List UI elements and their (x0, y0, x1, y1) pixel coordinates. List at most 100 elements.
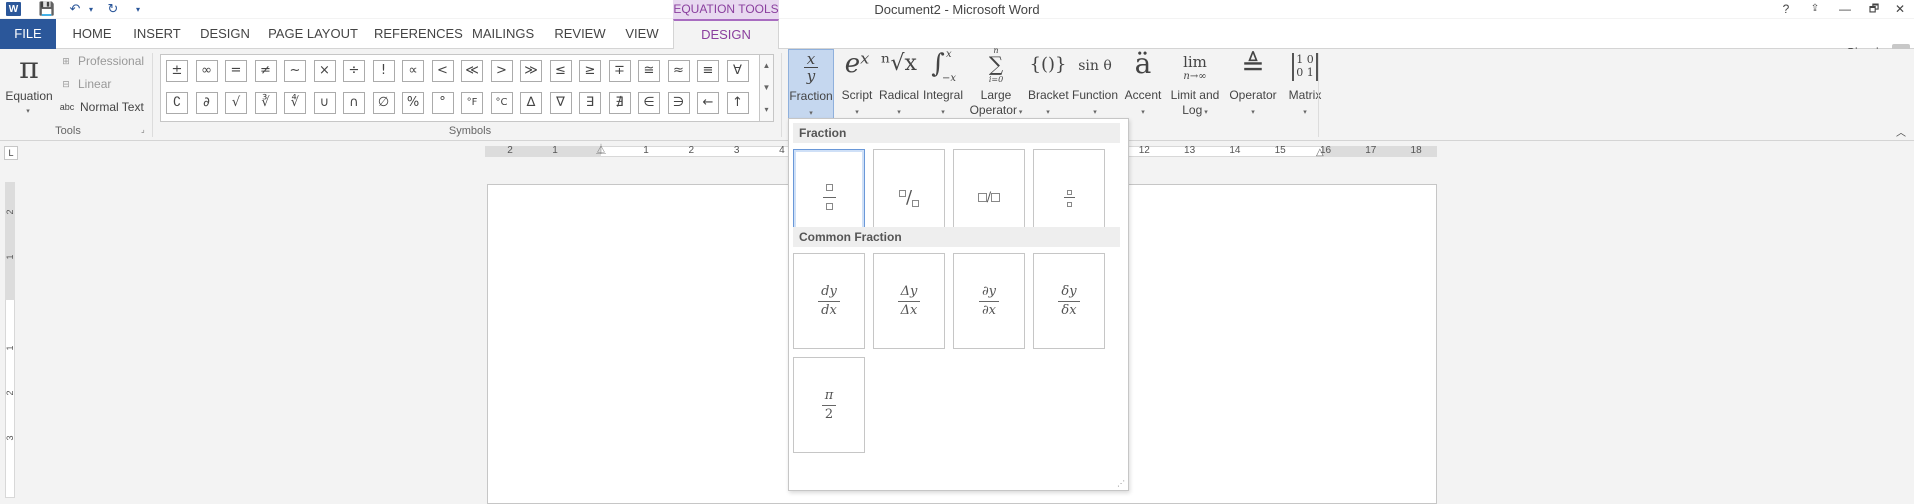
vertical-ruler-number: 1 (5, 254, 15, 260)
symbol-button[interactable]: ≪ (461, 60, 483, 82)
common-fraction-pi-over-2[interactable]: π2 (793, 357, 865, 453)
symbol-button[interactable]: ∝ (402, 60, 424, 82)
symbol-button[interactable]: ∋ (667, 92, 690, 114)
restore-button[interactable]: 🗗 (1862, 0, 1886, 18)
symbol-button[interactable]: = (225, 60, 247, 82)
symbol-button[interactable]: ∜ (284, 92, 306, 114)
professional-button[interactable]: ⊞ Professional (58, 51, 144, 71)
symbol-button[interactable]: ± (166, 60, 188, 82)
symbol-button[interactable]: ≅ (638, 60, 660, 82)
equation-dropdown-icon[interactable]: ▾ (22, 105, 34, 119)
integral-button[interactable]: ∫ x −x Integral ▾ (922, 49, 964, 123)
operator-button[interactable]: ≜ Operator ▾ (1226, 49, 1280, 123)
function-label: Function (1071, 88, 1119, 102)
tab-design[interactable]: DESIGN (198, 19, 252, 49)
matrix-button[interactable]: 1 0 0 1 Matrix ▾ (1282, 49, 1328, 123)
minimize-button[interactable]: — (1833, 0, 1857, 18)
ruler-number: 1 (643, 145, 649, 156)
equation-button-label[interactable]: Equation (2, 89, 56, 103)
tab-selector-button[interactable]: L (4, 146, 18, 160)
linear-fraction-glyph: / (977, 190, 1001, 205)
tab-equation-design[interactable]: DESIGN (673, 19, 779, 50)
common-fraction-partial-y-partial-x[interactable]: ∂y ∂x (953, 253, 1025, 349)
symbol-button[interactable]: ≤ (549, 60, 572, 82)
symbol-button[interactable]: °C (490, 92, 513, 114)
symbol-button[interactable]: ← (697, 92, 719, 114)
symbol-button[interactable]: ∃ (579, 92, 601, 114)
accent-icon: ä (1134, 47, 1152, 80)
symbol-button[interactable]: ≫ (520, 60, 542, 82)
common-fraction-delta-small-y-x[interactable]: δy δx (1033, 253, 1105, 349)
tab-references[interactable]: REFERENCES (374, 19, 463, 49)
large-operator-button[interactable]: n ∑ i=0 Large Operator ▾ (966, 46, 1026, 123)
symbol-button[interactable]: ≡ (697, 60, 719, 82)
symbol-button[interactable]: °F (461, 92, 483, 114)
large-operator-lower: i=0 (988, 75, 1004, 84)
normal-text-button[interactable]: abc Normal Text (58, 97, 144, 117)
limit-and-log-button[interactable]: lim n→∞ Limit and Log ▾ (1166, 49, 1224, 123)
integral-label: Integral (922, 88, 964, 102)
symbol-button[interactable]: ↑ (726, 92, 749, 114)
symbol-button[interactable]: ∇ (549, 92, 572, 114)
close-button[interactable]: ✕ (1888, 0, 1912, 18)
symbol-button[interactable]: ∀ (726, 60, 749, 82)
common-fraction-dy-dx[interactable]: dy dx (793, 253, 865, 349)
symbol-button[interactable]: ∄ (608, 92, 631, 114)
tab-view[interactable]: VIEW (620, 19, 664, 49)
tools-dialog-launcher-icon[interactable]: ⌟ (141, 125, 145, 134)
gallery-resize-grip-icon[interactable]: ⋰ (1117, 479, 1125, 488)
fraction-button[interactable]: x y Fraction ▾ (788, 49, 834, 123)
symbol-button[interactable]: √ (225, 92, 247, 114)
symbol-button[interactable]: < (431, 60, 454, 82)
ruler-number: 13 (1184, 145, 1196, 156)
right-indent-marker[interactable]: △ (1316, 147, 1324, 158)
linear-button[interactable]: ⊟ Linear (58, 74, 111, 94)
common-fraction-delta-y-delta-x[interactable]: Δy Δx (873, 253, 945, 349)
symbol-button[interactable]: ∅ (372, 92, 395, 114)
symbol-button[interactable]: ≥ (579, 60, 601, 82)
symbol-button[interactable]: ∩ (343, 92, 365, 114)
function-button[interactable]: sin θ Function ▾ (1070, 49, 1120, 123)
first-line-indent-marker[interactable]: ⏅ (596, 141, 606, 156)
gallery-more-icon[interactable]: ▾ (760, 99, 773, 121)
symbol-button[interactable]: ∛ (254, 92, 277, 114)
gallery-scroll-down-icon[interactable]: ▼ (760, 77, 773, 99)
ruler-number: 2 (507, 145, 513, 156)
tab-insert[interactable]: INSERT (130, 19, 184, 49)
symbol-button[interactable]: ! (372, 60, 395, 82)
radical-button[interactable]: ⁿ√x Radical ▾ (878, 49, 920, 123)
window-title: Document2 - Microsoft Word (874, 2, 1040, 17)
symbol-button[interactable]: ∆ (520, 92, 542, 114)
script-button[interactable]: eˣ Script ▾ (838, 49, 876, 123)
symbols-gallery-scroller: ▲ ▼ ▾ (760, 54, 774, 122)
symbol-button[interactable]: ≈ (667, 60, 690, 82)
symbol-button[interactable]: ∁ (166, 92, 188, 114)
symbol-button[interactable]: ∞ (195, 60, 218, 82)
collapse-ribbon-icon[interactable]: ︿ (1896, 124, 1906, 139)
tab-review[interactable]: REVIEW (552, 19, 608, 49)
symbol-button[interactable]: > (490, 60, 513, 82)
professional-format-icon: ⊞ (62, 55, 70, 66)
pi-icon[interactable]: π (12, 51, 46, 86)
tab-home[interactable]: HOME (66, 19, 118, 49)
accent-button[interactable]: ä Accent ▾ (1122, 47, 1164, 123)
symbol-button[interactable]: ~ (284, 60, 306, 82)
symbol-button[interactable]: ∓ (608, 60, 631, 82)
symbol-button[interactable]: ≠ (254, 60, 277, 82)
ruler-number: 15 (1274, 145, 1286, 156)
bracket-button[interactable]: {()} Bracket ▾ (1028, 49, 1069, 123)
symbol-button[interactable]: ∂ (195, 92, 218, 114)
symbol-button[interactable]: ÷ (343, 60, 365, 82)
gallery-scroll-up-icon[interactable]: ▲ (760, 55, 773, 77)
ribbon-display-options-button[interactable]: ⇪ (1803, 0, 1827, 18)
help-button[interactable]: ? (1774, 0, 1798, 18)
tab-file[interactable]: FILE (0, 19, 56, 49)
limit-and-log-label: Limit and (1170, 88, 1220, 102)
tab-mailings[interactable]: MAILINGS (472, 19, 534, 49)
tab-page-layout[interactable]: PAGE LAYOUT (268, 19, 358, 49)
symbol-button[interactable]: ∈ (638, 92, 660, 114)
symbol-button[interactable]: ∪ (313, 92, 336, 114)
symbol-button[interactable]: % (402, 92, 424, 114)
symbol-button[interactable]: × (313, 60, 336, 82)
symbol-button[interactable]: ° (431, 92, 454, 114)
